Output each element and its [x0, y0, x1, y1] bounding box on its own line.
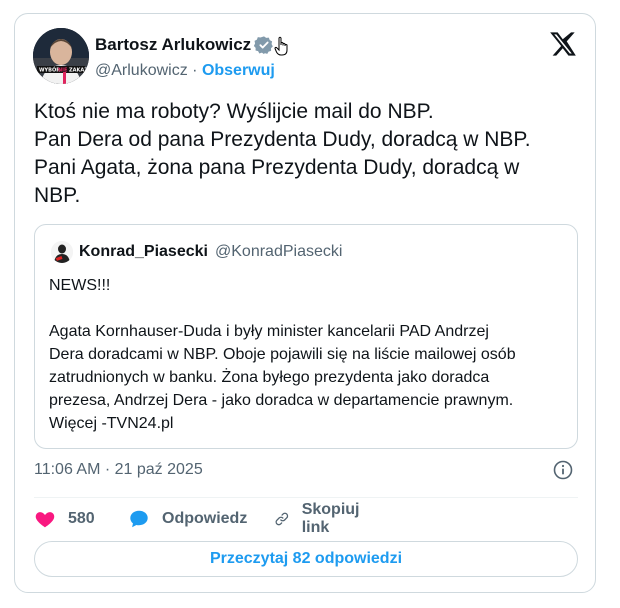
- divider: [34, 497, 578, 498]
- author-name[interactable]: Bartosz Arlukowicz: [95, 35, 251, 55]
- author-handle-row: @Arlukowicz · Obserwuj: [95, 62, 275, 80]
- like-count: 580: [68, 510, 95, 527]
- quoted-author-name: Konrad_Piasecki: [79, 243, 208, 260]
- tweet-line: Pan Dera od pana Prezydenta Dudy, doradc…: [34, 128, 531, 151]
- verified-badge-icon: [254, 36, 273, 55]
- read-replies-button[interactable]: Przeczytaj 82 odpowiedzi: [34, 541, 578, 577]
- copy-link-button[interactable]: Skopiuj link: [274, 501, 366, 536]
- quoted-tweet[interactable]: Konrad_Piasecki @KonradPiasecki NEWS!!! …: [34, 224, 578, 449]
- link-icon: [275, 512, 289, 526]
- info-icon[interactable]: [553, 460, 573, 480]
- quoted-author-handle: @KonradPiasecki: [215, 243, 343, 260]
- quoted-line-blank: [49, 297, 569, 320]
- quoted-line: Więcej -TVN24.pl: [49, 415, 174, 432]
- handle-separator: ·: [192, 62, 198, 79]
- reply-button[interactable]: Odpowiedz: [128, 507, 247, 531]
- tweet-line: NBP.: [34, 184, 81, 207]
- tweet-card: WYBÓR NIE ZAKAZ Bartosz Arlukowicz @Arlu…: [14, 13, 596, 593]
- copy-link-label: Skopiuj link: [301, 501, 360, 536]
- quoted-line: zatrudnionych w banku. Żona byłego prezy…: [49, 369, 490, 386]
- x-logo-icon[interactable]: [549, 30, 577, 58]
- reply-bubble-icon: [130, 510, 148, 528]
- quoted-line: prezesa, Andrzej Dera - jako doradca w d…: [49, 392, 514, 409]
- author-avatar[interactable]: WYBÓR NIE ZAKAZ: [33, 28, 89, 84]
- tweet-line: Ktoś nie ma roboty? Wyślijcie mail do NB…: [34, 100, 434, 123]
- tweet-timestamp[interactable]: 11:06 AM · 21 paź 2025: [34, 461, 203, 479]
- author-handle[interactable]: @Arlukowicz: [95, 62, 188, 79]
- quoted-tweet-text: NEWS!!! Agata Kornhauser-Duda i były min…: [49, 274, 569, 435]
- quoted-line: NEWS!!!: [49, 277, 111, 294]
- follow-button[interactable]: Obserwuj: [202, 62, 275, 79]
- hand-cursor-icon: [274, 36, 288, 56]
- reply-label: Odpowiedz: [162, 510, 248, 527]
- tweet-line: Pani Agata, żona pana Prezydenta Dudy, d…: [34, 156, 520, 179]
- svg-text:ZAKAZ: ZAKAZ: [69, 68, 88, 74]
- quoted-line: Dera doradcami w NBP. Oboje pojawili się…: [49, 346, 516, 363]
- quoted-line: Agata Kornhauser-Duda i były minister ka…: [49, 323, 489, 340]
- quoted-author-avatar: [51, 241, 73, 263]
- tweet-text: Ktoś nie ma roboty? Wyślijcie mail do NB…: [34, 98, 594, 210]
- heart-icon: [35, 512, 55, 528]
- like-button[interactable]: 580: [34, 507, 95, 531]
